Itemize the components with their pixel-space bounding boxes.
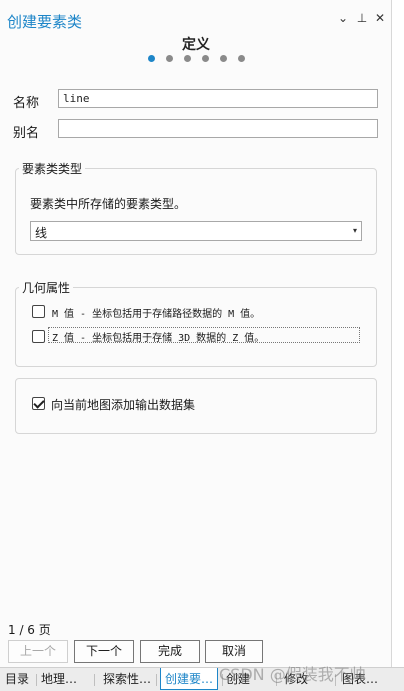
prev-button[interactable]: 上一个 [8,640,68,663]
z-values-label: Z 值 - 坐标包括用于存储 3D 数据的 Z 值。 [52,333,265,344]
pane-menu-icon[interactable]: ⌄ [336,11,350,27]
step-dot-3[interactable] [184,55,191,62]
step-dot-5[interactable] [220,55,227,62]
tab-create[interactable]: 创建 [226,670,250,690]
tab-divider [94,674,95,686]
feature-type-selected: 线 [35,226,48,240]
step-dot-1[interactable] [148,55,155,62]
close-icon[interactable]: ✕ [373,11,387,27]
page-indicator: 1 / 6 页 [8,623,51,637]
m-values-label: M 值 - 坐标包括用于存储路径数据的 M 值。 [52,309,261,320]
tab-divider [156,674,157,686]
tab-divider [335,674,336,686]
z-values-checkbox[interactable] [32,330,45,343]
create-feature-class-pane: 创建要素类 ⌄ ⊥ ✕ 定义 名称 line 别名 要素类类型 要素类中所存储的… [0,0,392,691]
feature-type-description: 要素类中所存储的要素类型。 [30,197,187,211]
tab-exploratory[interactable]: 探索性… [103,670,151,690]
pane-title: 创建要素类 [7,13,83,31]
feature-type-dropdown[interactable]: 线 ▾ [30,221,362,241]
step-dot-2[interactable] [166,55,173,62]
step-dot-4[interactable] [202,55,209,62]
finish-button[interactable]: 完成 [140,640,200,663]
tab-divider [36,674,37,686]
step-title: 定义 [182,37,210,53]
chevron-down-icon: ▾ [352,226,357,235]
tab-charts[interactable]: 图表… [342,670,378,690]
alias-input[interactable] [58,119,378,138]
name-input[interactable]: line [58,89,378,108]
geometry-legend: 几何属性 [19,279,74,296]
tab-modify[interactable]: 修改 [284,670,308,690]
alias-label: 别名 [13,126,40,141]
add-to-map-checkbox[interactable] [32,397,45,410]
tab-create-feature-class[interactable]: 创建要… [160,668,219,690]
cancel-button[interactable]: 取消 [205,640,263,663]
step-dot-6[interactable] [238,55,245,62]
pane-titlebar: 创建要素类 ⌄ ⊥ ✕ [0,0,392,38]
add-to-map-label: 向当前地图添加输出数据集 [51,398,196,412]
tab-geoprocessing[interactable]: 地理… [41,670,77,690]
feature-type-legend: 要素类类型 [19,160,86,177]
pin-icon[interactable]: ⊥ [355,11,369,27]
next-button[interactable]: 下一个 [74,640,134,663]
tab-divider [222,674,223,686]
pane-tab-bar: 目录 地理… 探索性… 创建要… 创建 修改 图表… [0,667,404,691]
tab-catalog[interactable]: 目录 [5,670,29,690]
tab-divider [276,674,277,686]
name-label: 名称 [13,96,40,111]
m-values-checkbox[interactable] [32,305,45,318]
